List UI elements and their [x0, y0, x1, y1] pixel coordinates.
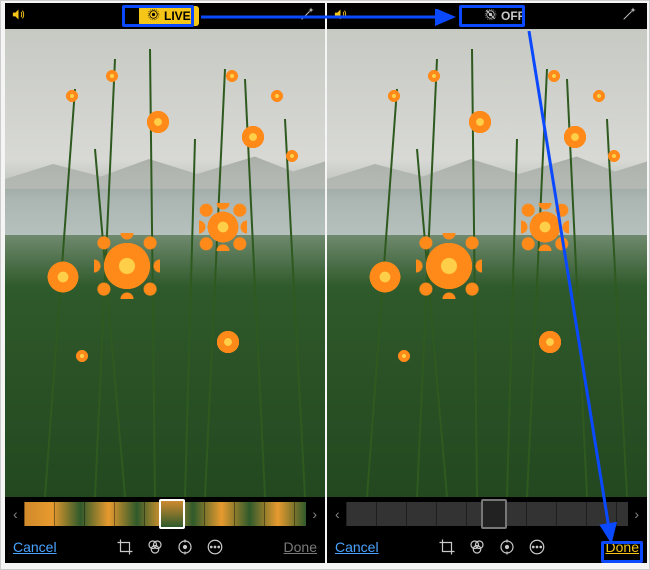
photo-preview[interactable]: [327, 29, 647, 497]
done-button[interactable]: Done: [284, 539, 317, 555]
speaker-icon[interactable]: [333, 7, 348, 25]
adjust-icon[interactable]: [497, 537, 517, 557]
chevron-right-icon[interactable]: ›: [310, 506, 319, 522]
filmstrip[interactable]: ‹ ›: [327, 497, 647, 531]
chevron-left-icon[interactable]: ‹: [333, 506, 342, 522]
top-toolbar: OFF: [327, 3, 647, 29]
editor-screen-off: OFF: [327, 3, 647, 563]
chevron-left-icon[interactable]: ‹: [11, 506, 20, 522]
filters-icon[interactable]: [467, 537, 487, 557]
filmstrip-track[interactable]: [346, 502, 629, 526]
crop-icon[interactable]: [437, 537, 457, 557]
magic-wand-icon[interactable]: [621, 6, 641, 27]
chevron-right-icon[interactable]: ›: [632, 506, 641, 522]
more-icon[interactable]: [527, 537, 547, 557]
top-toolbar: LIVE: [5, 3, 325, 29]
crop-icon[interactable]: [115, 537, 135, 557]
live-photo-label: LIVE: [164, 9, 191, 23]
editor-screen-live: LIVE: [5, 3, 325, 563]
photo-preview[interactable]: [5, 29, 325, 497]
magic-wand-icon[interactable]: [299, 6, 319, 27]
bottom-toolbar: Cancel Done: [5, 531, 325, 563]
live-photo-toggle[interactable]: LIVE: [139, 6, 199, 26]
cancel-button[interactable]: Cancel: [335, 539, 379, 555]
filmstrip-playhead[interactable]: [159, 499, 185, 529]
more-icon[interactable]: [205, 537, 225, 557]
filters-icon[interactable]: [145, 537, 165, 557]
live-target-icon: [147, 8, 160, 24]
cancel-button[interactable]: Cancel: [13, 539, 57, 555]
filmstrip-playhead[interactable]: [481, 499, 507, 529]
filmstrip[interactable]: ‹ ›: [5, 497, 325, 531]
live-photo-label: OFF: [501, 9, 525, 23]
bottom-toolbar: Cancel Done: [327, 531, 647, 563]
tutorial-canvas: LIVE: [0, 0, 650, 570]
live-photo-toggle[interactable]: OFF: [476, 6, 533, 26]
done-button[interactable]: Done: [606, 539, 639, 555]
filmstrip-track[interactable]: [24, 502, 307, 526]
speaker-icon[interactable]: [11, 7, 26, 25]
live-target-off-icon: [484, 8, 497, 24]
adjust-icon[interactable]: [175, 537, 195, 557]
